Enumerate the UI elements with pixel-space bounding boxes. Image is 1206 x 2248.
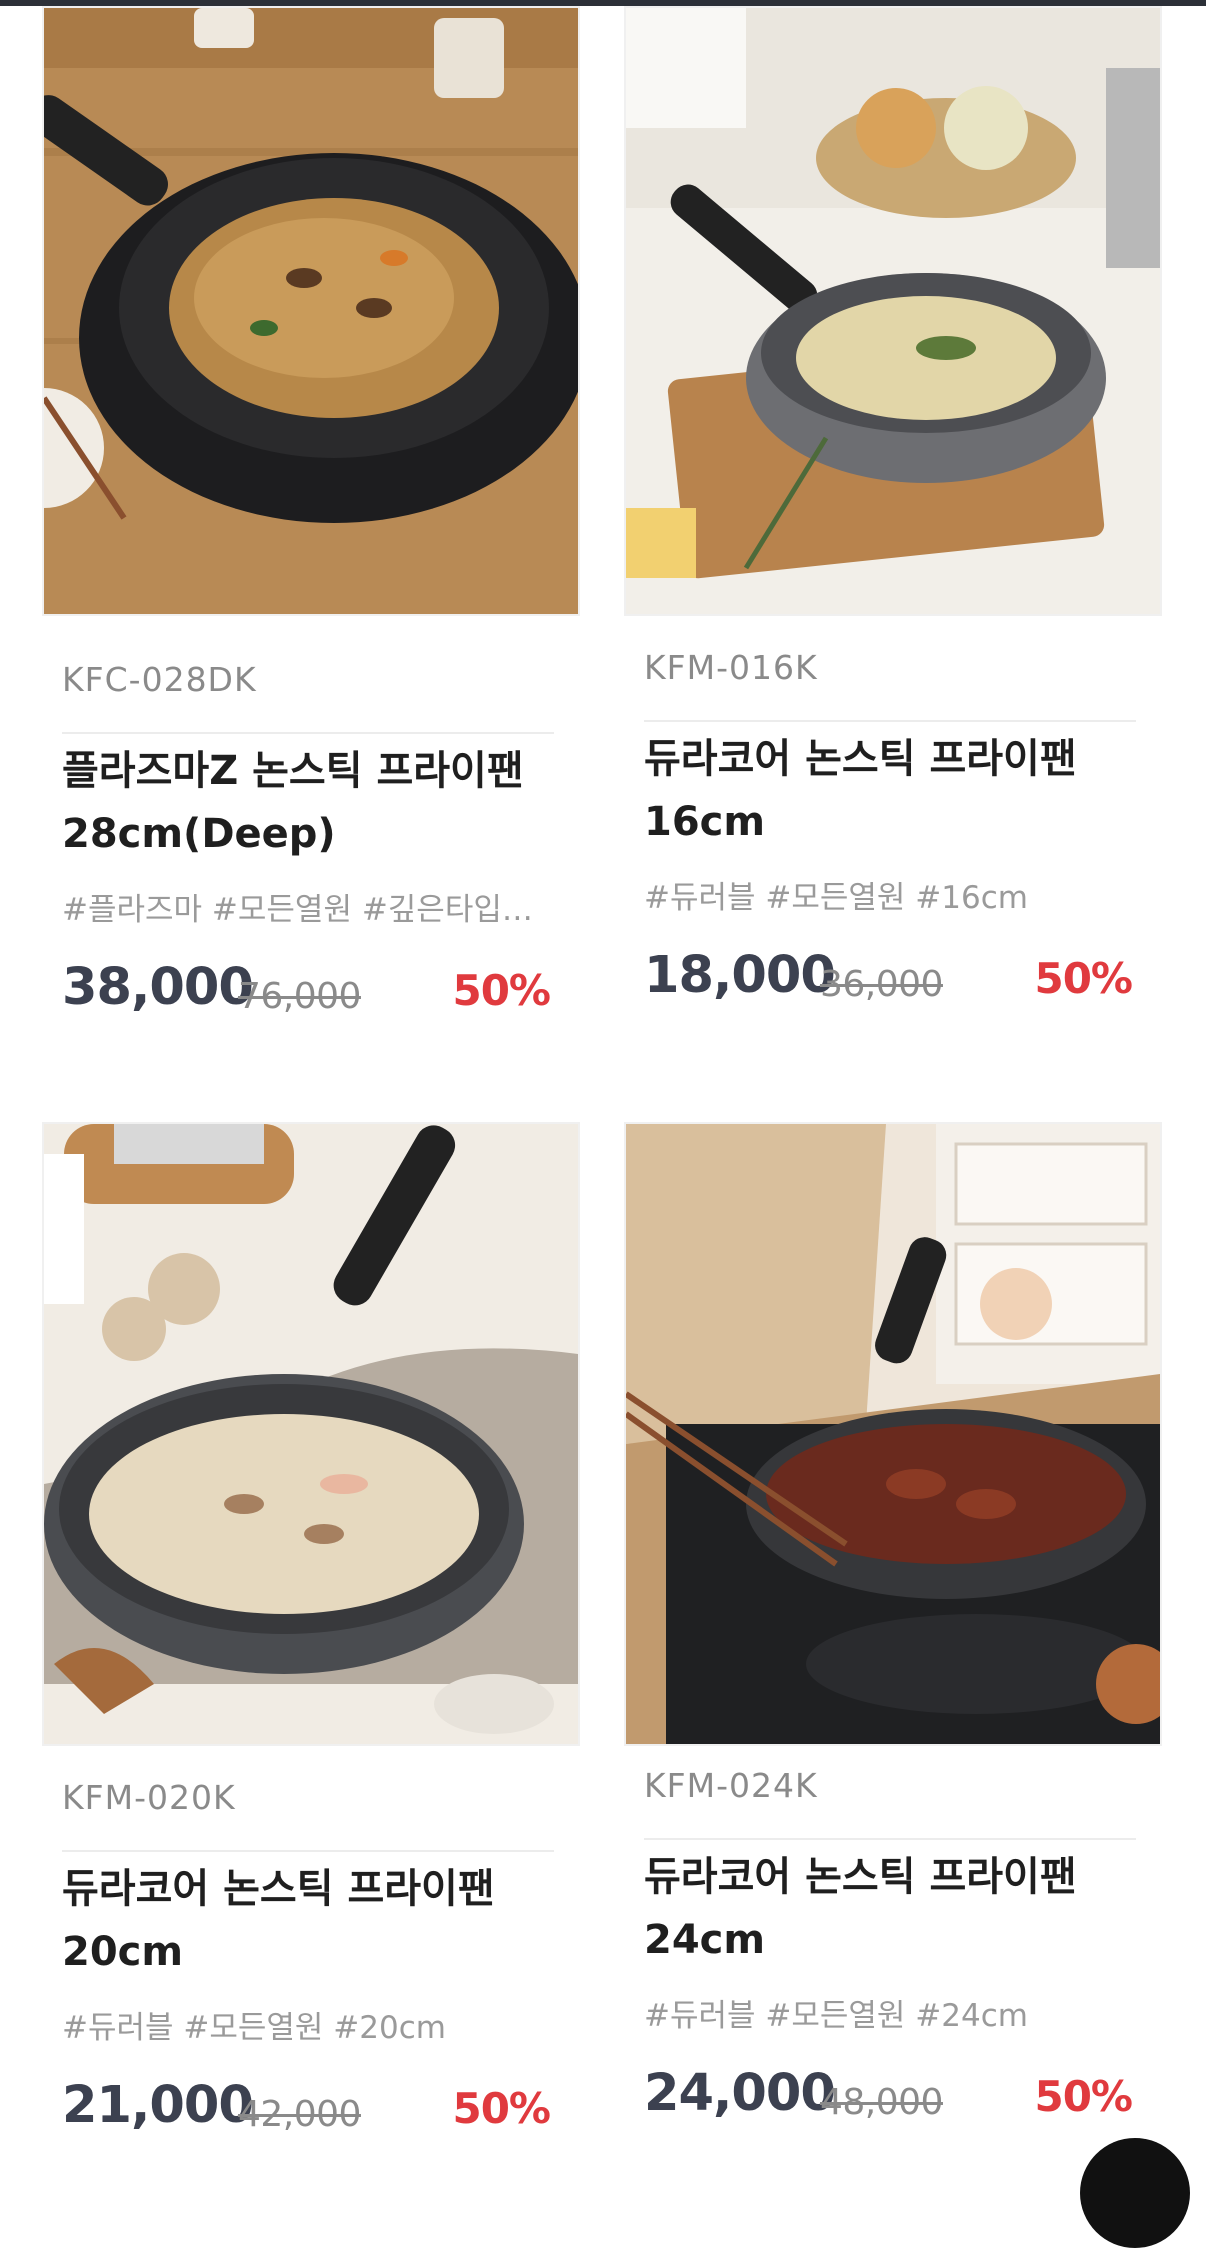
divider: [644, 1838, 1136, 1840]
product-image[interactable]: [42, 6, 580, 616]
product-name-line2: 16cm: [644, 799, 766, 845]
product-model: KFM-024K: [644, 1766, 818, 1805]
product-name-line1: 듀라코어 논스틱 프라이팬: [644, 1854, 1077, 1900]
product-name[interactable]: 듀라코어 논스틱 프라이팬 24cm: [644, 1846, 1144, 1972]
product-name-line2: 20cm: [62, 1929, 184, 1975]
original-price: 76,000: [238, 976, 361, 1017]
product-tags: #듀러블 #모든열원 #24cm: [644, 1998, 1028, 2034]
product-model: KFC-028DK: [62, 660, 257, 699]
product-name[interactable]: 듀라코어 논스틱 프라이팬 16cm: [644, 728, 1144, 854]
discount-rate: 50%: [1034, 954, 1133, 1003]
product-model: KFM-020K: [62, 1778, 236, 1817]
product-image[interactable]: [624, 6, 1162, 616]
product-name-line2: 28cm(Deep): [62, 811, 336, 857]
sale-price: 38,000: [62, 958, 254, 1017]
product-card[interactable]: KFC-028DK 플라즈마Z 논스틱 프라이팬 28cm(Deep) #플라즈…: [42, 6, 580, 1056]
product-grid: KFC-028DK 플라즈마Z 논스틱 프라이팬 28cm(Deep) #플라즈…: [0, 0, 1206, 2158]
product-name[interactable]: 플라즈마Z 논스틱 프라이팬 28cm(Deep): [62, 740, 562, 866]
product-card[interactable]: KFM-016K 듀라코어 논스틱 프라이팬 16cm #듀러블 #모든열원 #…: [624, 6, 1162, 1056]
divider: [62, 732, 554, 734]
product-card[interactable]: KFM-024K 듀라코어 논스틱 프라이팬 24cm #듀러블 #모든열원 #…: [624, 1122, 1162, 2158]
product-card[interactable]: KFM-020K 듀라코어 논스틱 프라이팬 20cm #듀러블 #모든열원 #…: [42, 1122, 580, 2158]
discount-rate: 50%: [452, 966, 551, 1015]
product-tags: #듀러블 #모든열원 #16cm: [644, 880, 1028, 916]
divider: [62, 1850, 554, 1852]
product-name-line2: 24cm: [644, 1917, 766, 1963]
product-image[interactable]: [624, 1122, 1162, 1746]
product-name-line1: 듀라코어 논스틱 프라이팬: [644, 736, 1077, 782]
sale-price: 21,000: [62, 2076, 254, 2135]
floating-action-button[interactable]: [1080, 2138, 1190, 2248]
divider: [644, 720, 1136, 722]
original-price: 36,000: [820, 964, 943, 1005]
product-name-line1: 듀라코어 논스틱 프라이팬: [62, 1866, 495, 1912]
product-name-line1: 플라즈마Z 논스틱 프라이팬: [62, 748, 524, 794]
discount-rate: 50%: [452, 2084, 551, 2133]
sale-price: 24,000: [644, 2064, 836, 2123]
original-price: 48,000: [820, 2082, 943, 2123]
product-name[interactable]: 듀라코어 논스틱 프라이팬 20cm: [62, 1858, 562, 1984]
product-model: KFM-016K: [644, 648, 818, 687]
discount-rate: 50%: [1034, 2072, 1133, 2121]
product-image[interactable]: [42, 1122, 580, 1746]
product-tags: #듀러블 #모든열원 #20cm: [62, 2010, 446, 2046]
original-price: 42,000: [238, 2094, 361, 2135]
product-tags: #플라즈마 #모든열원 #깊은타입…: [62, 892, 533, 928]
sale-price: 18,000: [644, 946, 836, 1005]
